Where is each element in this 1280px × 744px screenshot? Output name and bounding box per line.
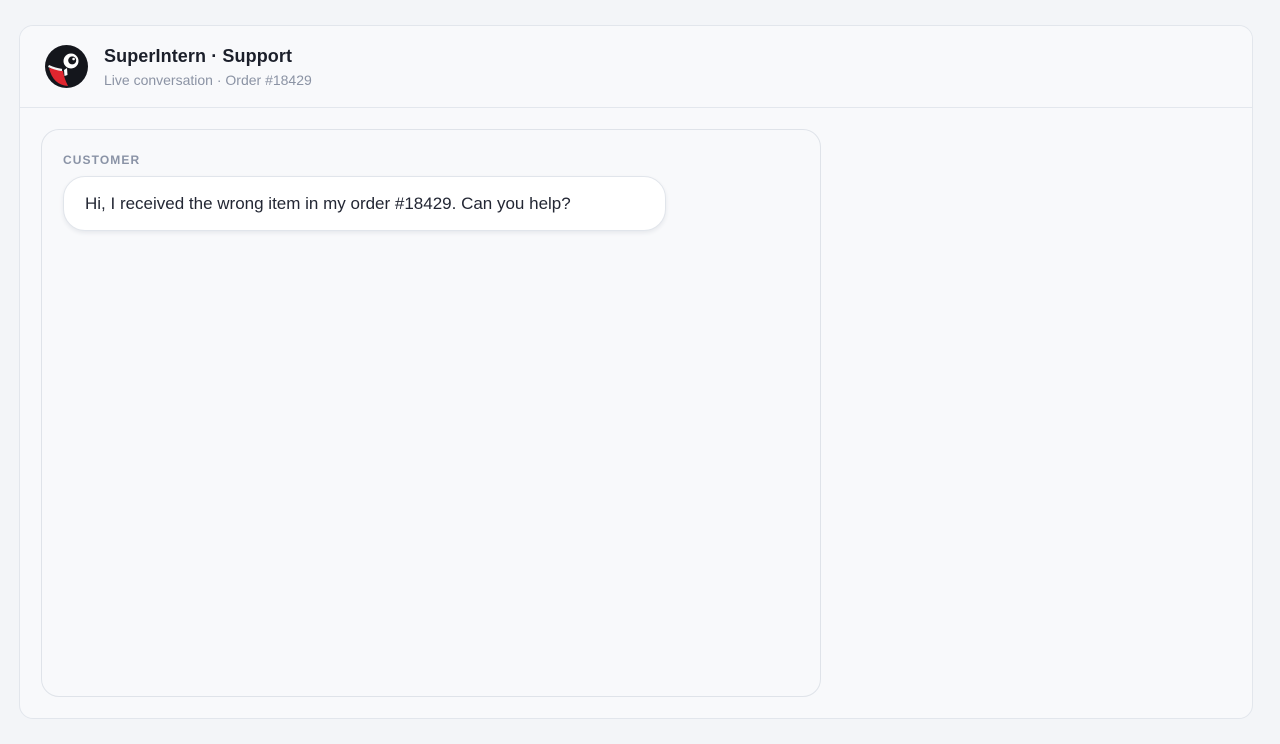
chat-panel[interactable]: CUSTOMER Hi, I received the wrong item i… bbox=[41, 129, 821, 697]
conversation-header: SuperIntern · Support Live conversation … bbox=[20, 26, 1252, 108]
conversation-area: CUSTOMER Hi, I received the wrong item i… bbox=[20, 108, 1252, 718]
customer-message-bubble: Hi, I received the wrong item in my orde… bbox=[63, 176, 666, 231]
support-window: SuperIntern · Support Live conversation … bbox=[19, 25, 1253, 719]
message-text: Hi, I received the wrong item in my orde… bbox=[85, 193, 571, 213]
page-title: SuperIntern · Support bbox=[104, 46, 293, 66]
sender-label: CUSTOMER bbox=[63, 153, 141, 167]
mascot-eye-icon bbox=[45, 45, 88, 88]
conversation-subtitle: Live conversation · Order #18429 bbox=[104, 72, 312, 88]
